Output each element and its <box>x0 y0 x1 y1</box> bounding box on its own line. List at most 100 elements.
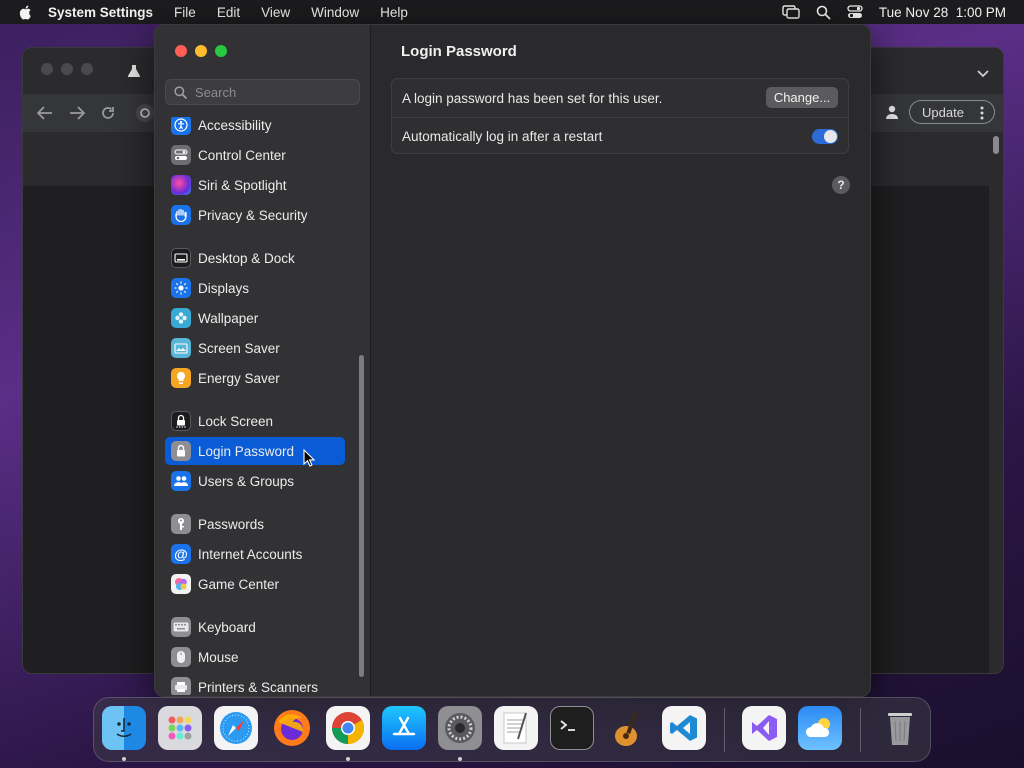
vscode-icon[interactable] <box>662 706 706 750</box>
sidebar-item-printers-scanners[interactable]: Printers & Scanners <box>165 673 345 695</box>
sidebar-item-label: Privacy & Security <box>198 207 308 223</box>
chrome-site-icon[interactable] <box>135 103 155 126</box>
textedit-icon[interactable] <box>494 706 538 750</box>
menu-clock[interactable]: Tue Nov 28 1:00 PM <box>879 5 1006 20</box>
finder-running-indicator <box>122 757 126 761</box>
sidebar-item-internet-accounts[interactable]: @ Internet Accounts <box>165 540 345 568</box>
sidebar-item-screen-saver[interactable]: Screen Saver <box>165 334 345 362</box>
browser-update-button[interactable]: Update <box>909 100 995 124</box>
desktop-dock-icon <box>171 248 191 268</box>
sidebar-item-privacy-security[interactable]: Privacy & Security <box>165 201 345 229</box>
trash-icon[interactable] <box>878 706 922 750</box>
sidebar-item-lock-screen[interactable]: Lock Screen <box>165 407 345 435</box>
change-password-button[interactable]: Change... <box>766 87 838 108</box>
sidebar-item-keyboard[interactable]: Keyboard <box>165 613 345 641</box>
sidebar-scrollbar[interactable] <box>359 355 364 677</box>
minimize-button[interactable] <box>195 45 207 57</box>
flask-tab-icon[interactable] <box>127 64 141 81</box>
toggle-knob <box>824 130 837 143</box>
accessibility-icon <box>171 117 191 135</box>
sidebar-item-desktop-dock[interactable]: Desktop & Dock <box>165 244 345 272</box>
spotlight-search-icon[interactable] <box>816 5 831 20</box>
search-icon <box>174 85 187 99</box>
finder-icon[interactable] <box>102 706 146 750</box>
menu-help[interactable]: Help <box>380 5 408 20</box>
safari-icon[interactable] <box>214 706 258 750</box>
browser-scrollbar[interactable] <box>989 132 1003 673</box>
profile-avatar-icon[interactable] <box>884 104 900 123</box>
sidebar-item-label: Login Password <box>198 443 295 459</box>
control-center-icon <box>171 145 191 165</box>
sidebar-item-label: Control Center <box>198 147 286 163</box>
chrome-running-indicator <box>346 757 350 761</box>
reload-icon[interactable] <box>101 106 115 123</box>
visual-studio-icon[interactable] <box>742 706 786 750</box>
app-store-icon[interactable] <box>382 706 426 750</box>
browser-scrollbar-thumb[interactable] <box>993 136 999 154</box>
menu-app-name[interactable]: System Settings <box>48 5 153 20</box>
sidebar-item-label: Game Center <box>198 576 280 592</box>
back-arrow-icon[interactable] <box>36 106 53 123</box>
search-input[interactable] <box>193 83 357 101</box>
login-password-icon <box>171 441 191 461</box>
sidebar-item-energy-saver[interactable]: Energy Saver <box>165 364 345 392</box>
sidebar-item-control-center[interactable]: Control Center <box>165 141 345 169</box>
sidebar-item-users-groups[interactable]: Users & Groups <box>165 467 345 495</box>
sidebar-item-accessibility[interactable]: Accessibility <box>165 117 345 139</box>
sidebar-item-label: Displays <box>198 280 250 296</box>
terminal-icon[interactable] <box>550 706 594 750</box>
zoom-button[interactable] <box>215 45 227 57</box>
sidebar-item-mouse[interactable]: Mouse <box>165 643 345 671</box>
screen-mirroring-icon[interactable] <box>782 5 800 19</box>
forward-arrow-icon[interactable] <box>69 106 86 123</box>
passwords-key-icon <box>171 514 191 534</box>
launchpad-icon[interactable] <box>158 706 202 750</box>
menu-file[interactable]: File <box>174 5 196 20</box>
sidebar-item-siri-spotlight[interactable]: Siri & Spotlight <box>165 171 345 199</box>
weather-icon[interactable] <box>798 706 842 750</box>
sidebar-item-label: Siri & Spotlight <box>198 177 287 193</box>
system-settings-window: Accessibility Control Center Siri & Spot… <box>154 24 871 697</box>
sidebar-item-login-password[interactable]: Login Password <box>165 437 345 465</box>
window-controls <box>175 45 227 57</box>
garageband-icon[interactable] <box>606 706 650 750</box>
sidebar-list: Accessibility Control Center Siri & Spot… <box>155 117 365 695</box>
sidebar-item-passwords[interactable]: Passwords <box>165 510 345 538</box>
sidebar-item-label: Mouse <box>198 649 239 665</box>
sidebar-item-game-center[interactable]: Game Center <box>165 570 345 598</box>
page-title: Login Password <box>401 43 517 60</box>
control-center-icon[interactable] <box>847 5 863 19</box>
sidebar-item-label: Accessibility <box>198 117 272 133</box>
mouse-pointer-icon <box>303 448 316 470</box>
sidebar-item-wallpaper[interactable]: Wallpaper <box>165 304 345 332</box>
auto-login-toggle[interactable] <box>812 129 838 144</box>
firefox-icon[interactable] <box>270 706 314 750</box>
system-settings-icon[interactable] <box>438 706 482 750</box>
menu-edit[interactable]: Edit <box>217 5 240 20</box>
users-groups-icon <box>171 471 191 491</box>
sidebar-item-label: Screen Saver <box>198 340 280 356</box>
chrome-icon[interactable] <box>326 706 370 750</box>
energy-saver-icon <box>171 368 191 388</box>
printers-scanners-icon <box>171 677 191 695</box>
browser-close-dot[interactable] <box>41 63 53 75</box>
chevron-down-icon[interactable] <box>977 66 989 81</box>
help-button[interactable]: ? <box>832 176 850 194</box>
menu-view[interactable]: View <box>261 5 290 20</box>
browser-minimize-dot[interactable] <box>61 63 73 75</box>
mouse-icon <box>171 647 191 667</box>
wallpaper-icon <box>171 308 191 328</box>
close-button[interactable] <box>175 45 187 57</box>
sidebar-item-label: Wallpaper <box>198 310 259 326</box>
dock-separator <box>724 708 725 752</box>
menu-window[interactable]: Window <box>311 5 359 20</box>
menu-bar: System Settings File Edit View Window He… <box>0 0 1024 24</box>
sidebar-item-displays[interactable]: Displays <box>165 274 345 302</box>
settings-sidebar: Accessibility Control Center Siri & Spot… <box>155 25 371 696</box>
apple-menu-icon[interactable] <box>18 4 34 20</box>
search-field[interactable] <box>165 79 360 105</box>
settings-main-pane: Login Password A login password has been… <box>371 25 870 696</box>
browser-zoom-dot[interactable] <box>81 63 93 75</box>
lock-screen-icon <box>171 411 191 431</box>
kebab-menu-icon[interactable] <box>980 106 984 123</box>
